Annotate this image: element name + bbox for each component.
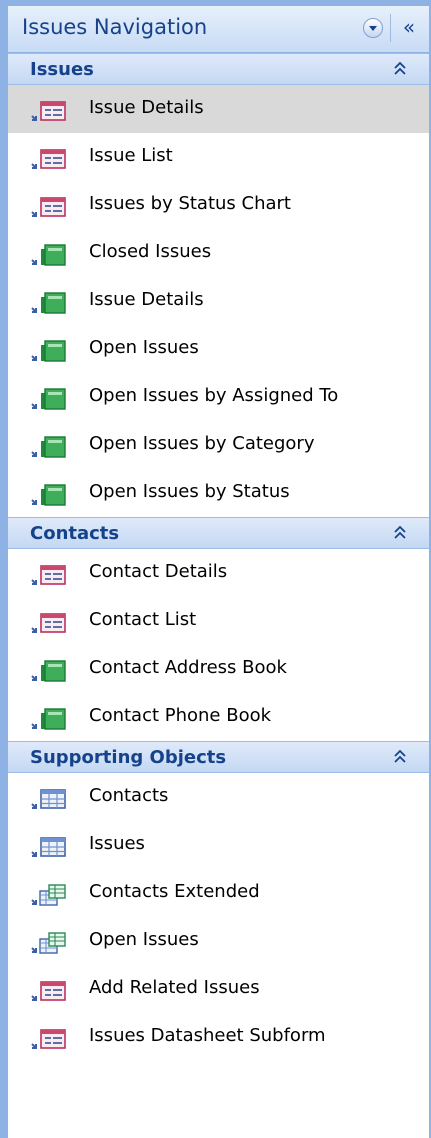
form-shortcut-icon [30, 563, 68, 587]
nav-item-label: Contacts Extended [89, 881, 260, 902]
form-shortcut-icon [30, 611, 68, 635]
nav-item-label: Contact List [89, 609, 197, 630]
nav-item-label: Open Issues [89, 337, 199, 358]
report-shortcut-icon [30, 483, 68, 507]
dropdown-menu-icon[interactable] [363, 18, 383, 38]
navigation-pane-header[interactable]: Issues Navigation « [8, 6, 429, 53]
form-shortcut-icon [30, 1027, 68, 1051]
nav-item-label: Open Issues by Category [89, 433, 315, 454]
report-shortcut-icon [30, 659, 68, 683]
group-label: Supporting Objects [30, 747, 227, 768]
query-shortcut-icon [30, 883, 68, 907]
nav-item-open-issues-by-assigned-to[interactable]: Open Issues by Assigned To [8, 373, 429, 421]
nav-item-contact-details[interactable]: Contact Details [8, 549, 429, 597]
navigation-pane-title: Issues Navigation [22, 15, 208, 39]
nav-item-open-issues[interactable]: Open Issues [8, 325, 429, 373]
form-shortcut-icon [30, 195, 68, 219]
group-header-supporting-objects[interactable]: Supporting Objects [8, 741, 429, 773]
group-label: Contacts [30, 523, 120, 544]
nav-item-label: Issue List [89, 145, 173, 166]
group-header-contacts[interactable]: Contacts [8, 517, 429, 549]
report-shortcut-icon [30, 435, 68, 459]
nav-item-add-related-issues[interactable]: Add Related Issues [8, 965, 429, 1013]
table-shortcut-icon [30, 835, 68, 859]
chevron-up-double-icon[interactable] [392, 748, 408, 766]
nav-item-issues[interactable]: Issues [8, 821, 429, 869]
nav-item-open-issues-by-category[interactable]: Open Issues by Category [8, 421, 429, 469]
navigation-pane: Issues Navigation « Issues Issue Details I… [0, 0, 431, 1138]
nav-item-contact-list[interactable]: Contact List [8, 597, 429, 645]
form-shortcut-icon [30, 979, 68, 1003]
nav-item-label: Issue Details [89, 289, 204, 310]
nav-item-label: Contact Address Book [89, 657, 287, 678]
form-shortcut-icon [30, 147, 68, 171]
nav-item-label: Issues Datasheet Subform [89, 1025, 326, 1046]
nav-item-label: Issue Details [89, 97, 204, 118]
nav-item-label: Closed Issues [89, 241, 212, 262]
chevron-up-double-icon[interactable] [392, 524, 408, 542]
group-label: Issues [30, 59, 94, 80]
nav-item-open-issues-by-status[interactable]: Open Issues by Status [8, 469, 429, 517]
nav-item-issues-datasheet-subform[interactable]: Issues Datasheet Subform [8, 1013, 429, 1061]
nav-item-contacts-extended[interactable]: Contacts Extended [8, 869, 429, 917]
shutter-close-icon[interactable]: « [396, 12, 422, 42]
nav-item-contact-phone-book[interactable]: Contact Phone Book [8, 693, 429, 741]
chevron-up-double-icon[interactable] [392, 60, 408, 78]
report-shortcut-icon [30, 339, 68, 363]
nav-item-issue-details[interactable]: Issue Details [8, 85, 429, 133]
nav-item-label: Issues by Status Chart [89, 193, 291, 214]
report-shortcut-icon [30, 243, 68, 267]
nav-item-label: Contact Details [89, 561, 228, 582]
header-separator [390, 14, 391, 42]
nav-item-label: Contact Phone Book [89, 705, 272, 726]
nav-item-label: Add Related Issues [89, 977, 260, 998]
nav-item-issue-details[interactable]: Issue Details [8, 277, 429, 325]
nav-item-label: Contacts [89, 785, 169, 806]
nav-item-label: Open Issues by Assigned To [89, 385, 339, 406]
report-shortcut-icon [30, 291, 68, 315]
form-shortcut-icon [30, 99, 68, 123]
query-shortcut-icon [30, 931, 68, 955]
nav-item-closed-issues[interactable]: Closed Issues [8, 229, 429, 277]
report-shortcut-icon [30, 387, 68, 411]
nav-item-open-issues[interactable]: Open Issues [8, 917, 429, 965]
table-shortcut-icon [30, 787, 68, 811]
nav-item-label: Open Issues [89, 929, 199, 950]
nav-item-contact-address-book[interactable]: Contact Address Book [8, 645, 429, 693]
nav-item-issues-by-status-chart[interactable]: Issues by Status Chart [8, 181, 429, 229]
group-header-issues[interactable]: Issues [8, 53, 429, 85]
nav-item-contacts[interactable]: Contacts [8, 773, 429, 821]
report-shortcut-icon [30, 707, 68, 731]
nav-item-issue-list[interactable]: Issue List [8, 133, 429, 181]
nav-item-label: Issues [89, 833, 145, 854]
nav-item-label: Open Issues by Status [89, 481, 290, 502]
navigation-groups: Issues Issue Details Issue List Issues by S… [8, 53, 429, 1061]
